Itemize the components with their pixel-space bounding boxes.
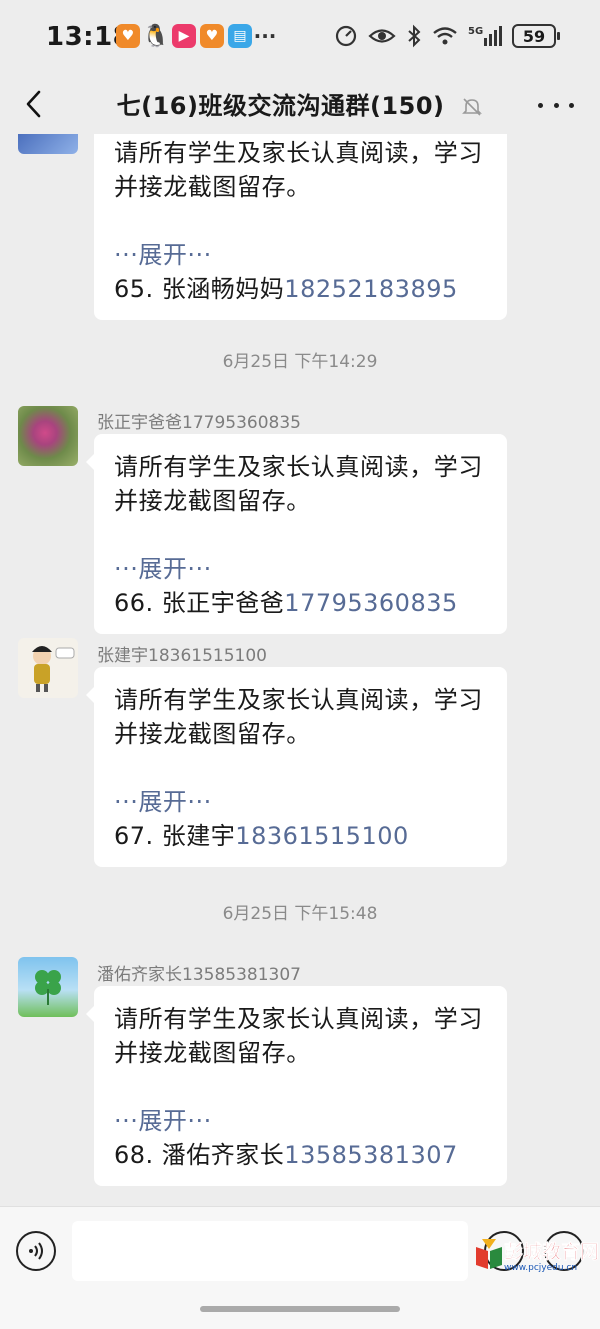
phone-link[interactable]: 18361515100 xyxy=(235,822,408,850)
home-indicator[interactable] xyxy=(200,1306,400,1312)
expand-link[interactable]: ···展开··· xyxy=(114,1104,487,1138)
sender-name: 张建宇18361515100 xyxy=(97,646,267,666)
voice-icon xyxy=(29,1242,43,1260)
entry-name: 68. 潘佑齐家长 xyxy=(114,1141,285,1169)
watermark-url: www.pcjyedu.cn xyxy=(504,1263,578,1273)
sender-name: 潘佑齐家长13585381307 xyxy=(97,965,301,985)
avatar[interactable] xyxy=(18,638,78,698)
avatar[interactable] xyxy=(18,406,78,466)
message-text: 并接龙截图留存。 xyxy=(114,487,311,515)
dot xyxy=(569,102,574,108)
mute-bell-icon xyxy=(462,98,483,116)
signup-entry: 65. 张涵畅妈妈18252183895 xyxy=(114,272,487,306)
message-bubble[interactable]: 请所有学生及家长认真阅读，学习 并接龙截图留存。 ···展开··· 68. 潘佑… xyxy=(86,986,507,1186)
book-logo-icon xyxy=(476,1239,502,1269)
message-text: 并接龙截图留存。 xyxy=(114,173,311,201)
message-text: 并接龙截图留存。 xyxy=(114,1039,311,1067)
watermark-logo: 彭城教育网 www.pcjyedu.cn xyxy=(474,1233,599,1279)
message-text: 请所有学生及家长认真阅读，学习 xyxy=(114,1005,483,1033)
bluetooth-icon xyxy=(408,24,421,48)
dot xyxy=(553,102,559,108)
watermark-text: 彭城教育网 xyxy=(504,1241,600,1264)
qq-icon: 🐧 xyxy=(142,23,170,49)
message-text: 请所有学生及家长认真阅读，学习 xyxy=(114,686,483,714)
chat-screen: 13:18 ♥ 🐧 ▶ ♥ ▤ ··· 5G 59 七(16)班级交流沟通群(1… xyxy=(0,0,600,1329)
taobao-icon: ♥ xyxy=(116,24,140,48)
title-bar: 七(16)班级交流沟通群(150) xyxy=(0,76,600,134)
timestamp: 6月25日 下午14:29 xyxy=(222,352,378,372)
svg-text:5G: 5G xyxy=(468,26,483,37)
more-notifications-icon: ··· xyxy=(253,24,277,48)
entry-name: 66. 张正宇爸爸 xyxy=(114,589,285,617)
system-icons: 5G 59 xyxy=(334,24,560,48)
wifi-icon xyxy=(433,27,457,45)
eye-icon xyxy=(368,29,396,43)
signal-icon: 5G xyxy=(468,26,502,46)
speed-icon xyxy=(335,25,357,47)
voice-input-button[interactable] xyxy=(16,1231,56,1271)
message-bubble[interactable]: 请所有学生及家长认真阅读，学习 并接龙截图留存。 ···展开··· 66. 张正… xyxy=(86,434,507,634)
avatar[interactable] xyxy=(18,134,78,154)
more-options-button[interactable] xyxy=(538,90,574,120)
entry-name: 65. 张涵畅妈妈 xyxy=(114,275,285,303)
message-bubble[interactable]: 请所有学生及家长认真阅读，学习 并接龙截图留存。 ···展开··· 67. 张建… xyxy=(86,667,507,867)
phone-link[interactable]: 18252183895 xyxy=(284,275,457,303)
message-input[interactable] xyxy=(72,1221,468,1281)
chat-title: 七(16)班级交流沟通群(150) xyxy=(0,86,600,121)
entry-name: 67. 张建宇 xyxy=(114,822,236,850)
book-icon: ▤ xyxy=(228,24,252,48)
signup-entry: 66. 张正宇爸爸17795360835 xyxy=(114,586,487,620)
timestamp: 6月25日 下午15:48 xyxy=(222,904,378,924)
notification-icons: ♥ 🐧 ▶ ♥ ▤ ··· xyxy=(116,23,277,49)
battery-indicator: 59 xyxy=(512,24,560,48)
video-icon: ▶ xyxy=(172,24,196,48)
sender-name: 张正宇爸爸17795360835 xyxy=(97,413,301,433)
phone-link[interactable]: 17795360835 xyxy=(284,589,457,617)
signup-entry: 67. 张建宇18361515100 xyxy=(114,819,487,853)
signup-entry: 68. 潘佑齐家长13585381307 xyxy=(114,1138,487,1172)
expand-link[interactable]: ···展开··· xyxy=(114,238,487,272)
message-text: 并接龙截图留存。 xyxy=(114,720,311,748)
chat-title-text: 七(16)班级交流沟通群(150) xyxy=(116,92,445,120)
message-list[interactable]: 请所有学生及家长认真阅读，学习 并接龙截图留存。 ···展开··· 65. 张涵… xyxy=(0,134,600,1206)
message-text: 请所有学生及家长认真阅读，学习 xyxy=(114,453,483,481)
phone-link[interactable]: 13585381307 xyxy=(284,1141,457,1169)
dot xyxy=(538,102,543,108)
avatar[interactable] xyxy=(18,957,78,1017)
expand-link[interactable]: ···展开··· xyxy=(114,552,487,586)
message-text: 请所有学生及家长认真阅读，学习 xyxy=(114,139,483,167)
expand-link[interactable]: ···展开··· xyxy=(114,785,487,819)
status-bar: 13:18 ♥ 🐧 ▶ ♥ ▤ ··· 5G 59 xyxy=(0,0,600,76)
taobao-icon: ♥ xyxy=(200,24,224,48)
message-bubble[interactable]: 请所有学生及家长认真阅读，学习 并接龙截图留存。 ···展开··· 65. 张涵… xyxy=(94,134,507,320)
